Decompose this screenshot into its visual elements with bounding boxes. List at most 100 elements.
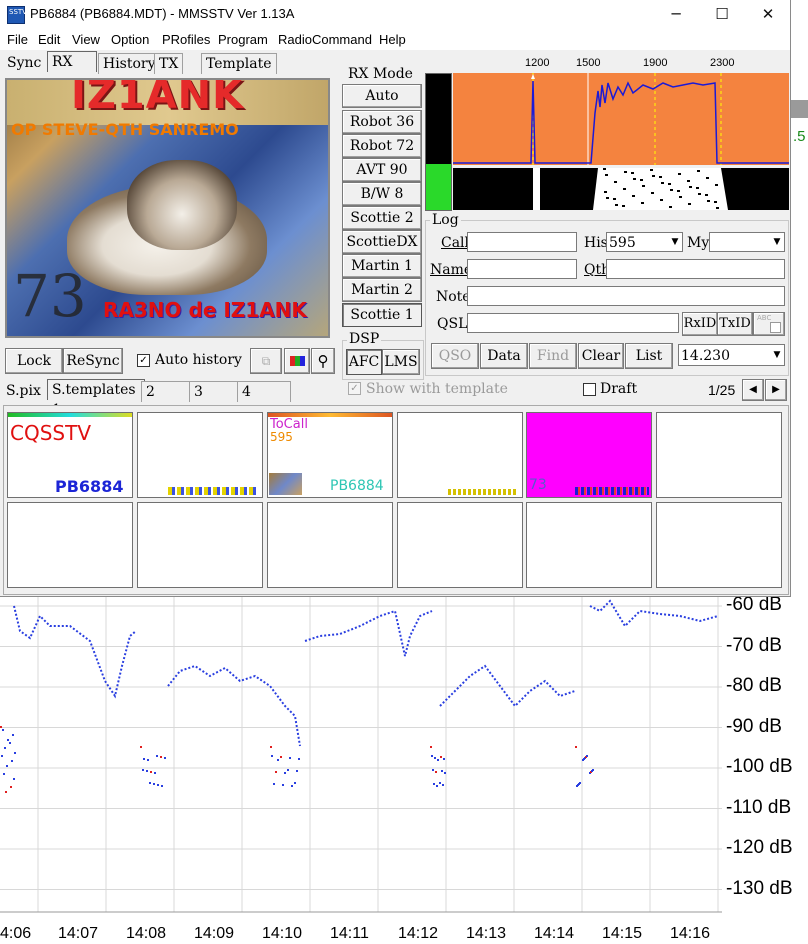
mode-avt90-button[interactable]: AVT 90: [342, 158, 422, 182]
my-rst-select[interactable]: ▼: [709, 232, 785, 252]
mode-robot72-button[interactable]: Robot 72: [342, 134, 422, 158]
template-thumb[interactable]: [397, 502, 523, 588]
signal-dot: [3, 773, 5, 775]
template-thumb[interactable]: [526, 502, 652, 588]
menu-profiles[interactable]: PRofiles: [162, 32, 210, 47]
signal-dot: [282, 784, 284, 786]
menu-view[interactable]: View: [72, 32, 100, 47]
qsl-field[interactable]: [467, 313, 679, 333]
frequency-select[interactable]: 14.230 ▼: [678, 344, 785, 366]
received-image[interactable]: IZ1ANK OP STEVE-QTH SANREMO 73 RA3NO de …: [5, 78, 330, 338]
title-bar[interactable]: SSTV PB6884 (PB6884.MDT) - MMSSTV Ver 1.…: [0, 0, 790, 29]
color-bars-icon[interactable]: [284, 348, 310, 374]
tab-stemplates-1[interactable]: S.templates 1: [47, 379, 145, 418]
menu-program[interactable]: Program: [218, 32, 268, 47]
maximize-button[interactable]: ☐: [699, 0, 745, 29]
rxid-button[interactable]: RxID: [682, 312, 718, 336]
data-button[interactable]: Data: [480, 343, 528, 369]
waterfall-noise: [659, 176, 662, 178]
auto-history-checkbox[interactable]: ✓: [137, 354, 150, 367]
signal-dot: [143, 758, 145, 760]
waterfall-display[interactable]: [453, 168, 789, 210]
find-button[interactable]: Find: [529, 343, 577, 369]
signal-dot: [592, 769, 594, 771]
template-thumb[interactable]: [137, 502, 263, 588]
mode-scottie2-button[interactable]: Scottie 2: [342, 206, 422, 230]
waterfall-noise: [613, 198, 616, 200]
tab-history[interactable]: History: [98, 53, 161, 74]
resync-button[interactable]: ReSync: [63, 348, 123, 374]
tab-sync[interactable]: Sync: [3, 53, 46, 73]
lms-button[interactable]: LMS: [382, 349, 420, 375]
copy-history-icon[interactable]: ⧉: [250, 348, 282, 374]
menu-radiocommand[interactable]: RadioCommand: [278, 32, 372, 47]
template-thumb[interactable]: [137, 412, 263, 498]
image-callsign: IZ1ANK: [71, 78, 245, 118]
next-page-icon[interactable]: ▶: [765, 379, 787, 401]
prev-page-icon[interactable]: ◀: [742, 379, 764, 401]
abc-toggle-icon[interactable]: ABC: [753, 312, 785, 336]
call-field[interactable]: [467, 232, 577, 252]
signal-dot: [287, 769, 289, 771]
close-button[interactable]: ✕: [745, 0, 791, 29]
tab-spix[interactable]: S.pix: [2, 381, 45, 401]
signal-dot: [442, 784, 444, 786]
image-info-text: OP STEVE-QTH SANREMO: [11, 120, 239, 139]
waterfall-noise: [678, 173, 681, 175]
template-thumb[interactable]: 73: [526, 412, 652, 498]
show-with-template-checkbox[interactable]: ✓: [348, 382, 361, 395]
mode-bw8-button[interactable]: B/W 8: [342, 182, 422, 206]
magnifier-icon[interactable]: ⚲: [311, 348, 335, 374]
spectrum-display[interactable]: [453, 73, 789, 165]
db-tick-label: -90 dB: [726, 715, 782, 737]
signal-level-graph: [0, 596, 722, 913]
template-thumb[interactable]: [656, 502, 782, 588]
name-field[interactable]: [467, 259, 577, 279]
note-field[interactable]: [467, 286, 785, 306]
menu-file[interactable]: File: [7, 32, 28, 47]
signal-dot: [0, 726, 2, 728]
background-value: .5: [793, 128, 806, 145]
template-thumb[interactable]: [7, 502, 133, 588]
mode-martin2-button[interactable]: Martin 2: [342, 278, 422, 302]
menu-option[interactable]: Option: [111, 32, 149, 47]
signal-dot: [277, 759, 279, 761]
tab-stemplates-2[interactable]: 2: [141, 381, 195, 402]
minimize-button[interactable]: ─: [653, 0, 699, 29]
signal-dot: [6, 765, 8, 767]
afc-button[interactable]: AFC: [346, 349, 382, 375]
waterfall-noise: [641, 202, 644, 204]
tab-tx[interactable]: TX: [154, 53, 184, 74]
template-thumb[interactable]: ToCall 595 PB6884: [267, 412, 393, 498]
my-label: My: [687, 235, 710, 251]
template-thumb[interactable]: [397, 412, 523, 498]
template-thumb[interactable]: [267, 502, 393, 588]
freq-label-2300: 2300: [710, 57, 735, 69]
menu-edit[interactable]: Edit: [38, 32, 60, 47]
mode-robot36-button[interactable]: Robot 36: [342, 110, 422, 134]
tab-stemplates-4[interactable]: 4: [237, 381, 291, 402]
qth-field[interactable]: [606, 259, 785, 279]
signal-trace: [304, 609, 433, 657]
tab-template[interactable]: Template: [201, 53, 277, 74]
qso-button[interactable]: QSO: [431, 343, 479, 369]
mode-scottie1-button[interactable]: Scottie 1: [342, 303, 422, 327]
his-rst-select[interactable]: 595 ▼: [606, 232, 683, 252]
template-thumb[interactable]: [656, 412, 782, 498]
tab-stemplates-3[interactable]: 3: [189, 381, 243, 402]
tab-rx[interactable]: RX: [47, 51, 97, 72]
clear-button[interactable]: Clear: [578, 343, 624, 369]
mode-martin1-button[interactable]: Martin 1: [342, 254, 422, 278]
lock-button[interactable]: Lock: [5, 348, 63, 374]
menu-help[interactable]: Help: [379, 32, 406, 47]
template-thumb[interactable]: CQSSTV PB6884: [7, 412, 133, 498]
draft-checkbox[interactable]: [583, 383, 596, 396]
mode-scottiedx-button[interactable]: ScottieDX: [342, 230, 422, 254]
mode-auto-button[interactable]: Auto: [342, 84, 422, 108]
background-signal-plot: -60 dB -70 dB -80 dB -90 dB -100 dB -110 dB -1…: [0, 594, 808, 944]
signal-dot: [270, 746, 272, 748]
qsl-label: QSL: [437, 316, 468, 332]
signal-dot: [273, 783, 275, 785]
list-button[interactable]: List: [625, 343, 673, 369]
txid-button[interactable]: TxID: [717, 312, 753, 336]
